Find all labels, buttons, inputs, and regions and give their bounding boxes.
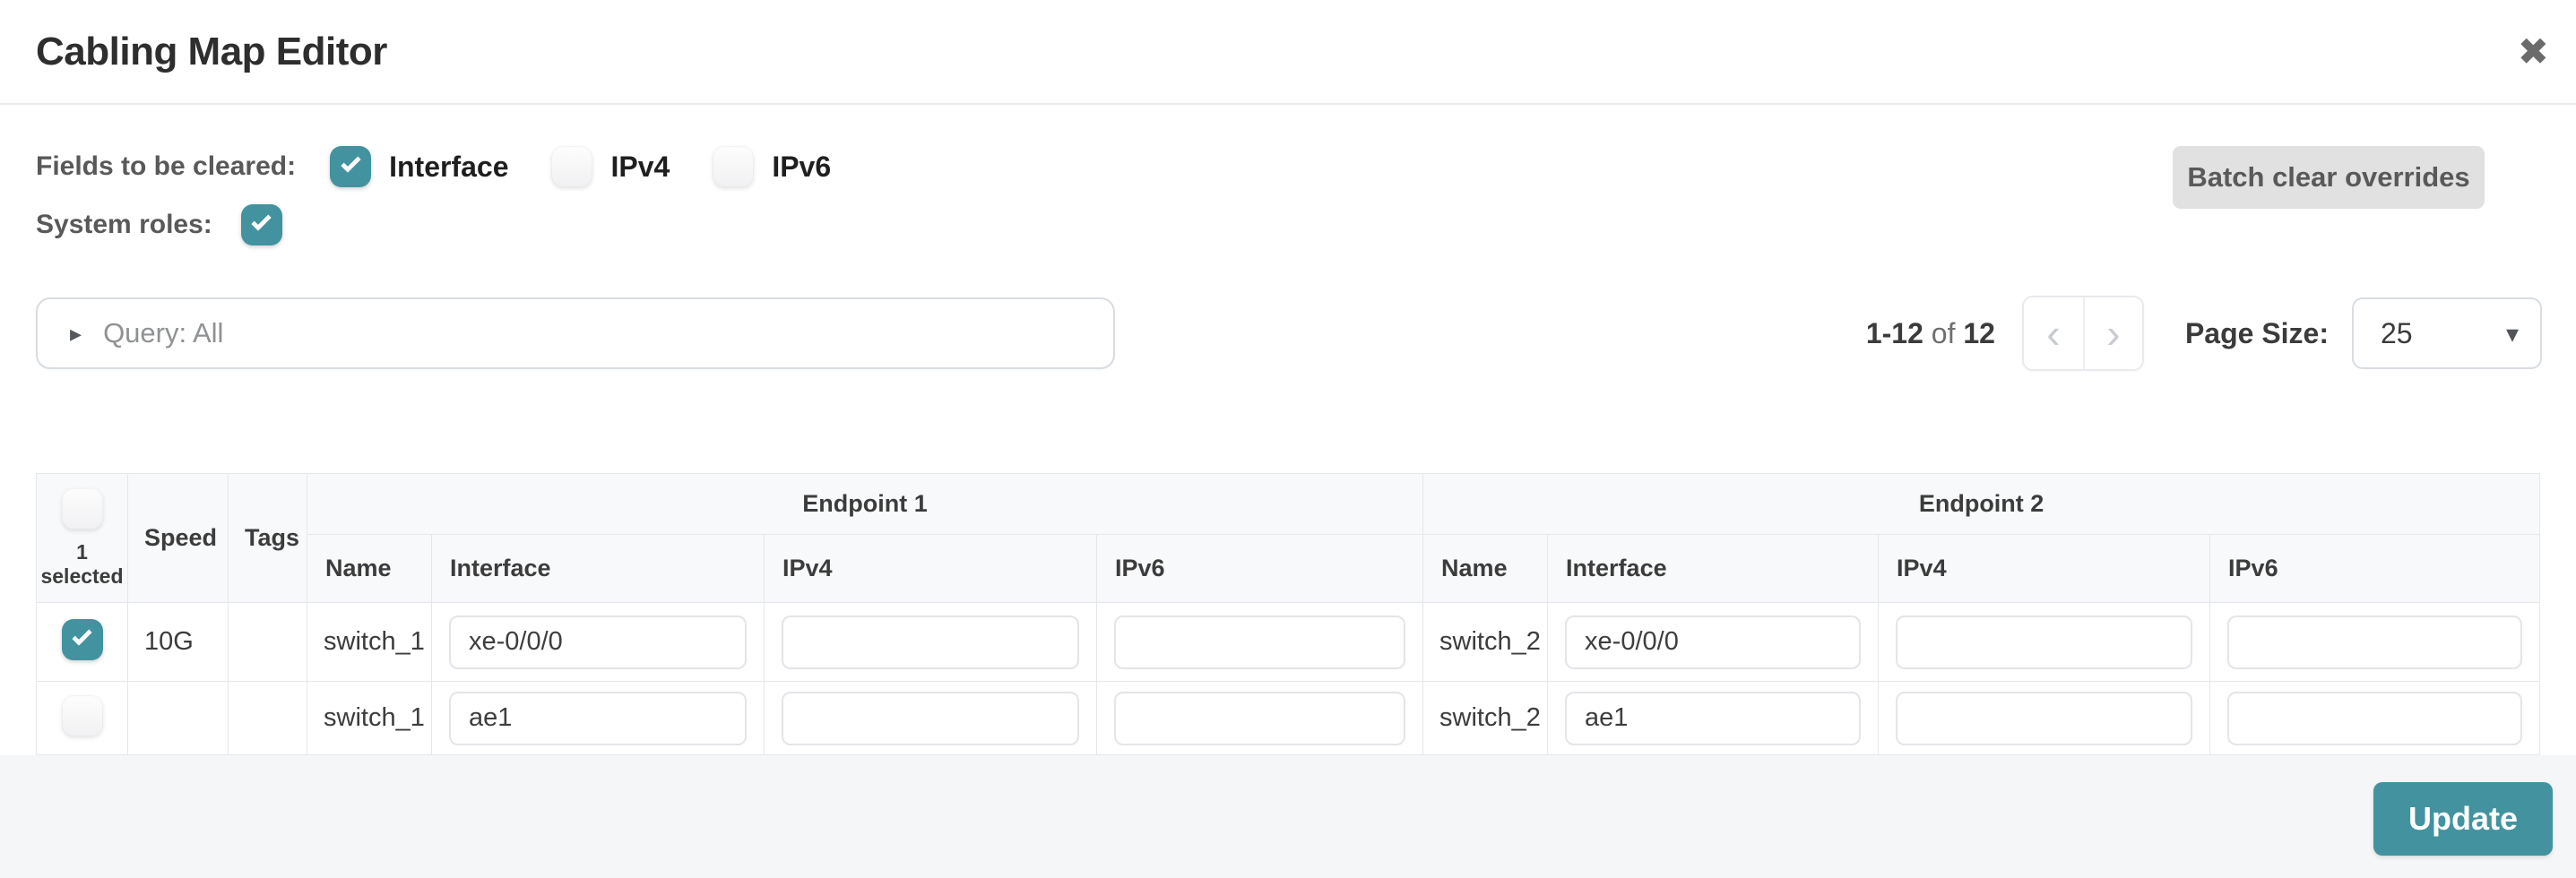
ep2-ipv4-input[interactable] [1896,615,2192,669]
check-icon [251,211,272,231]
column-header-ep1-ipv6: IPv6 [1097,535,1423,603]
ep2-interface-input[interactable] [1565,615,1861,669]
range-start: 1-12 [1866,317,1923,349]
update-button[interactable]: Update [2373,782,2553,856]
field-option-ipv4: IPv4 [551,146,670,187]
column-header-ep1-interface: Interface [432,535,765,603]
close-icon[interactable]: ✖ [2518,0,2549,103]
ep1-ipv6-input[interactable] [1114,615,1405,669]
selected-count: 1 selected [37,540,127,589]
column-header-ep2-ipv6: IPv6 [2210,535,2540,603]
ep1-interface-input[interactable] [449,692,747,745]
column-header-ep2-interface: Interface [1548,535,1879,603]
column-header-ep2-ipv4: IPv4 [1879,535,2210,603]
ep2-ipv6-input[interactable] [2227,692,2522,745]
ep1-ipv4-input[interactable] [782,615,1079,669]
page-size-select[interactable]: 25 ▾ [2352,297,2542,369]
field-option-interface: Interface [330,146,508,187]
ep2-ipv4-input[interactable] [1896,692,2192,745]
query-builder[interactable]: ▸ Query: All [36,297,1115,369]
page-title: Cabling Map Editor [36,0,387,103]
table-row: switch_1 switch_2 [37,682,2540,755]
cabling-map-table: 1 selected Speed Tags Endpoint 1 Endpoin… [36,473,2540,755]
system-roles-checkbox[interactable] [241,204,282,245]
ipv6-checkbox-label: IPv6 [772,151,831,184]
prev-page-button[interactable]: ‹ [2024,297,2083,369]
column-header-ep2-name: Name [1423,535,1548,603]
dialog-footer: Update [0,755,2576,878]
speed-cell [128,682,229,755]
ep1-interface-input[interactable] [449,615,747,669]
ep1-ipv6-input[interactable] [1114,692,1405,745]
ep2-name-cell: switch_2 [1423,603,1548,682]
column-group-endpoint-1: Endpoint 1 [307,474,1423,535]
select-all-checkbox[interactable] [62,488,103,529]
next-page-button[interactable]: › [2083,297,2142,369]
ipv4-checkbox-label: IPv4 [610,151,670,184]
pagination-bar: 1-12 of 12 ‹ › Page Size: 25 ▾ [1866,296,2542,371]
fields-to-clear-row: Fields to be cleared: Interface IPv4 IPv… [36,144,874,189]
select-all-header: 1 selected [37,474,128,603]
ep2-name-cell: switch_2 [1423,682,1548,755]
field-option-ipv6: IPv6 [713,146,831,187]
interface-checkbox[interactable] [330,146,371,187]
check-icon [341,152,361,173]
chevron-right-icon: › [2106,309,2120,357]
tags-cell [229,682,307,755]
chevron-down-icon: ▾ [2506,319,2519,349]
column-header-ep1-ipv4: IPv4 [765,535,1097,603]
check-icon [72,625,92,646]
column-header-ep1-name: Name [307,535,432,603]
chevron-left-icon: ‹ [2046,309,2060,357]
page-size-label: Page Size: [2185,317,2329,350]
row-checkbox[interactable] [62,695,103,736]
expand-caret-icon[interactable]: ▸ [70,320,82,348]
system-roles-row: System roles: [36,202,282,247]
column-header-tags: Tags [229,474,307,603]
range-of: of [1923,317,1963,349]
ep1-name-cell: switch_1 [307,603,432,682]
range-total: 12 [1963,317,1995,349]
speed-cell: 10G [128,603,229,682]
table-row: 10G switch_1 switch_2 [37,603,2540,682]
query-text: Query: All [103,317,223,349]
pager-buttons: ‹ › [2022,296,2144,371]
pagination-range: 1-12 of 12 [1866,317,1995,350]
ep1-ipv4-input[interactable] [782,692,1079,745]
ep1-name-cell: switch_1 [307,682,432,755]
interface-checkbox-label: Interface [389,151,508,184]
tags-cell [229,603,307,682]
page-size-value: 25 [2381,317,2506,350]
column-group-endpoint-2: Endpoint 2 [1423,474,2540,535]
column-header-speed: Speed [128,474,229,603]
ipv6-checkbox[interactable] [713,146,754,187]
dialog-header: Cabling Map Editor ✖ [0,0,2576,105]
fields-to-clear-label: Fields to be cleared: [36,151,296,182]
system-roles-label: System roles: [36,210,212,240]
ipv4-checkbox[interactable] [551,146,592,187]
ep2-interface-input[interactable] [1565,692,1861,745]
ep2-ipv6-input[interactable] [2227,615,2522,669]
batch-clear-overrides-button[interactable]: Batch clear overrides [2173,146,2485,209]
row-checkbox[interactable] [62,619,103,660]
